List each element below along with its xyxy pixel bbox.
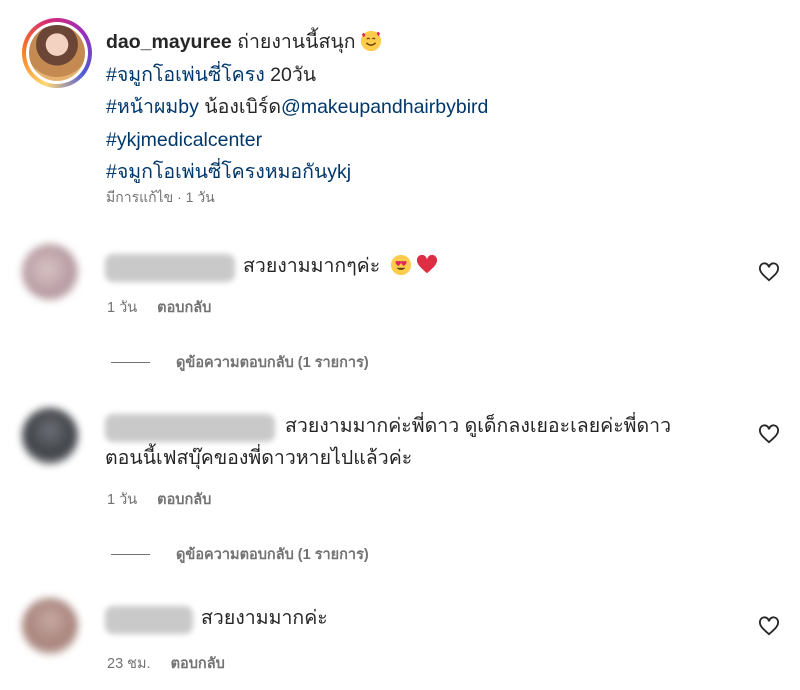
commenter-avatar[interactable] [22, 408, 78, 464]
caption-text-plain: น้องเบิร์ด [198, 96, 282, 118]
caption-line-5: #จมูกโอเพ่นซี่โครงหมอกันykj [106, 156, 766, 189]
view-replies-button[interactable]: ดูข้อความตอบกลับ (1 รายการ) [111, 543, 369, 566]
caption-line-4: #ykjmedicalcenter [106, 124, 766, 157]
comment-time: 1 วัน [107, 300, 138, 316]
comment-text-continued: ตอนนี้เฟสบุ๊คของพี่ดาวหายไปแล้วค่ะ [105, 447, 413, 469]
caption-line-2: #จมูกโอเพ่นซี่โครง 20วัน [106, 59, 766, 92]
comment-time: 1 วัน [107, 492, 138, 508]
heart-outline-icon[interactable] [758, 262, 780, 282]
post-author-avatar[interactable] [22, 18, 92, 88]
divider-line [111, 362, 150, 363]
comment-time: 23 ชม. [107, 656, 151, 672]
comment-meta: 1 วัน ตอบกลับ [107, 296, 211, 319]
mention-link[interactable]: @makeupandhairbybird [281, 96, 488, 118]
heart-outline-icon[interactable] [758, 616, 780, 636]
hashtag-link[interactable]: #จมูกโอเพ่นซี่โครงหมอกันykj [106, 161, 351, 183]
smiling-face-with-hearts-emoji [360, 30, 381, 52]
caption-line-1: dao_mayuree ถ่ายงานนี้สนุก [106, 26, 766, 59]
comment-text: สวยงามมากค่ะ [201, 607, 328, 629]
divider-line [111, 554, 150, 555]
commenter-avatar[interactable] [22, 244, 78, 300]
reply-button[interactable]: ตอบกลับ [171, 656, 225, 672]
heart-eyes-emoji [391, 254, 412, 276]
hashtag-link[interactable]: #หน้าผมby [106, 96, 199, 118]
caption-line-3: #หน้าผมby น้องเบิร์ด@makeupandhairbybird [106, 91, 766, 124]
comment-text: สวยงามมากๆค่ะ [243, 250, 438, 282]
caption-meta: มีการแก้ไข · 1 วัน [106, 189, 215, 205]
red-heart-emoji [417, 254, 438, 274]
commenter-username-redacted[interactable] [105, 414, 275, 442]
commenter-avatar[interactable] [22, 598, 78, 654]
comment-meta: 1 วัน ตอบกลับ [107, 488, 211, 511]
comment-text: สวยงามมากค่ะพี่ดาว ดูเด็กลงเยอะเลยค่ะพี่… [285, 415, 672, 437]
post-username[interactable]: dao_mayuree [106, 31, 232, 53]
reply-button[interactable]: ตอบกลับ [157, 492, 211, 508]
heart-outline-icon[interactable] [758, 424, 780, 444]
reply-button[interactable]: ตอบกลับ [157, 300, 211, 316]
caption-text: dao_mayuree ถ่ายงานนี้สนุก #จมูกโอเพ่นซี… [106, 26, 766, 189]
commenter-username-redacted[interactable] [105, 254, 235, 282]
commenter-username-redacted[interactable] [105, 606, 193, 634]
caption-text-main: ถ่ายงานนี้สนุก [231, 31, 356, 53]
hashtag-link[interactable]: #จมูกโอเพ่นซี่โครง [106, 64, 265, 86]
caption-text-plain: 20วัน [264, 63, 317, 86]
hashtag-link[interactable]: #ykjmedicalcenter [106, 129, 262, 151]
view-replies-button[interactable]: ดูข้อความตอบกลับ (1 รายการ) [111, 351, 369, 374]
avatar-photo [29, 25, 85, 81]
comment-meta: 23 ชม. ตอบกลับ [107, 652, 225, 675]
